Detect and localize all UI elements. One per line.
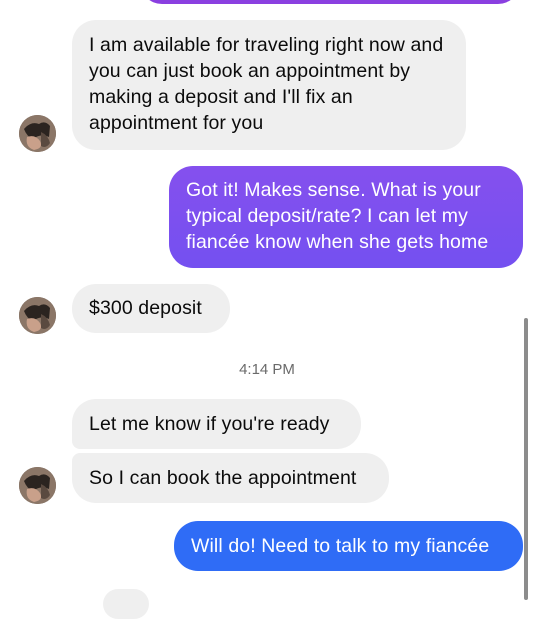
scrollbar[interactable] xyxy=(524,318,528,600)
message-text: I am available for traveling right now a… xyxy=(89,34,444,134)
contact-avatar-icon[interactable] xyxy=(19,467,56,504)
message-text: Will do! Need to talk to my fiancée xyxy=(191,535,490,557)
chat-thread: I am available for traveling right now a… xyxy=(0,0,534,619)
message-bubble-outgoing[interactable]: Will do! Need to talk to my fiancée xyxy=(174,521,523,571)
message-bubble-outgoing-partial[interactable] xyxy=(140,0,520,4)
message-bubble-incoming[interactable]: So I can book the appointment xyxy=(72,453,389,503)
message-bubble-outgoing[interactable]: Got it! Makes sense. What is your typica… xyxy=(169,166,523,268)
message-bubble-incoming[interactable]: $300 deposit xyxy=(72,284,230,333)
message-bubble-incoming[interactable]: Let me know if you're ready xyxy=(72,399,361,449)
message-text: $300 deposit xyxy=(89,297,202,319)
message-text: Got it! Makes sense. What is your typica… xyxy=(186,179,489,253)
contact-avatar-icon[interactable] xyxy=(19,297,56,334)
message-bubble-incoming[interactable]: I am available for traveling right now a… xyxy=(72,20,466,150)
message-bubble-incoming-partial[interactable] xyxy=(103,589,149,619)
message-text: Let me know if you're ready xyxy=(89,413,330,435)
message-text: So I can book the appointment xyxy=(89,467,357,489)
timestamp: 4:14 PM xyxy=(239,361,295,378)
contact-avatar-icon[interactable] xyxy=(19,115,56,152)
